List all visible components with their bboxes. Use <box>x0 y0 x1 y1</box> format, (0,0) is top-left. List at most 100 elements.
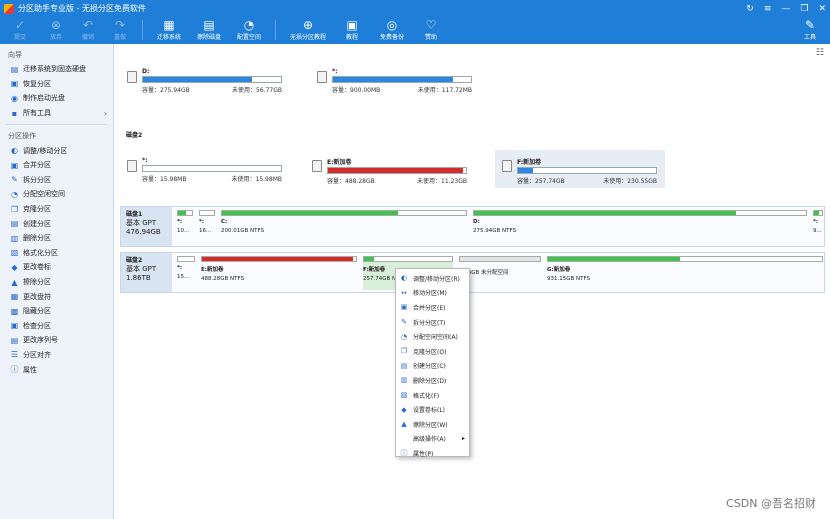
volume-usage-bar <box>142 76 282 83</box>
sidebar-item-properties[interactable]: ⓘ 属性 <box>0 362 113 377</box>
menu-item-create[interactable]: ▤ 创建分区(C) <box>396 359 469 374</box>
refresh-icon[interactable]: ↻ <box>746 4 754 14</box>
toolbar-separator <box>275 20 276 40</box>
volume-card-e[interactable]: E:新加卷 容量：488.28GB 未使用：11.23GB <box>305 150 475 188</box>
partition-block[interactable]: *: 15... <box>177 256 195 290</box>
sidebar-item-drive-letter[interactable]: ▦ 更改盘符 <box>0 289 113 304</box>
sidebar-section-partition-ops: 分区操作 <box>8 132 36 141</box>
toolbar-sponsor-button[interactable]: ♡ 赞助 <box>414 17 448 44</box>
menu-item-delete[interactable]: ▥ 删除分区(D) <box>396 373 469 388</box>
menu-item-clone[interactable]: ❐ 克隆分区(O) <box>396 344 469 359</box>
menu-item-set-label[interactable]: ◆ 设置卷标(L) <box>396 402 469 417</box>
toolbar-tutorial-button[interactable]: ⊕ 无损分区教程 <box>282 17 334 44</box>
menu-item-move[interactable]: ↔ 移动分区(M) <box>396 286 469 301</box>
sidebar-item-wipe[interactable]: ▲ 擦除分区 <box>0 275 113 290</box>
sidebar-item-create[interactable]: ▤ 创建分区 <box>0 216 113 231</box>
partition-block[interactable]: *: 10... <box>177 210 193 244</box>
sidebar-item-clone[interactable]: ❐ 克隆分区 <box>0 202 113 217</box>
recover-icon: ▣ <box>10 79 19 89</box>
toolbar-tools-button[interactable]: ✎ 工具 <box>798 17 822 44</box>
sidebar-item-all-tools[interactable]: ▪ 所有工具 › <box>0 106 113 121</box>
menu-item-allocate[interactable]: ◔ 分配空闲空间(A) <box>396 329 469 344</box>
disk-map-row-disk2: 磁盘2 基本 GPT 1.86TB *: 15... E:新加卷 488.28G… <box>120 252 825 293</box>
menu-item-advanced[interactable]: 高级操作(A) ▸ <box>396 432 469 447</box>
wipe-disk-icon: ▤ <box>203 18 215 32</box>
drive-letter-icon: ▦ <box>10 292 19 302</box>
drive-icon <box>502 160 512 172</box>
volume-card-msr[interactable]: *: 容量：15.98MB 未使用：15.98MB <box>120 150 290 188</box>
delete-icon: ▥ <box>10 233 19 243</box>
menu-item-merge[interactable]: ▣ 合并分区(E) <box>396 300 469 315</box>
sidebar-item-merge[interactable]: ▣ 合并分区 <box>0 158 113 173</box>
serial-icon: ▤ <box>10 335 19 345</box>
sidebar-item-boot-disc[interactable]: ◉ 制作启动光盘 <box>0 91 113 106</box>
toolbar-separator <box>142 20 143 40</box>
sidebar-item-migrate-os[interactable]: ▤ 迁移系统到固态硬盘 <box>0 62 113 77</box>
sidebar-item-change-label[interactable]: ◆ 更改卷标 <box>0 260 113 275</box>
backup-icon: ◎ <box>386 18 398 32</box>
toolbar-backup-button[interactable]: ◎ 免费备份 <box>370 17 414 44</box>
toolbar-migrate-os-button[interactable]: ▦ 迁移系统 <box>149 17 189 44</box>
toolbar-allocate-space-button[interactable]: ◔ 配置空间 <box>229 17 269 44</box>
toolbar-apply-button[interactable]: ✓ 提交 <box>0 17 40 44</box>
view-toggle-icon[interactable]: ☷ <box>816 48 824 58</box>
label-icon: ◆ <box>401 405 407 414</box>
sidebar-item-resize[interactable]: ◐ 调整/移动分区 <box>0 143 113 158</box>
book-icon: ▣ <box>346 18 358 32</box>
chevron-right-icon: › <box>103 108 107 118</box>
disk2-info[interactable]: 磁盘2 基本 GPT 1.86TB <box>121 253 172 292</box>
volume-name: *: <box>332 68 338 75</box>
toolbar-book-button[interactable]: ▣ 教程 <box>334 17 370 44</box>
volume-capacity: 容量：900.00MB <box>332 87 381 94</box>
volume-usage-bar <box>332 76 472 83</box>
title-bar: 分区助手专业版 - 无损分区免费软件 ↻ ≡ — ❐ ✕ <box>0 0 830 17</box>
sidebar-item-recover-partition[interactable]: ▣ 恢复分区 <box>0 77 113 92</box>
volume-card-f[interactable]: F:新加卷 容量：257.74GB 未使用：230.55GB <box>495 150 665 188</box>
sidebar-item-align[interactable]: ☰ 分区对齐 <box>0 348 113 363</box>
disk1-info[interactable]: 磁盘1 基本 GPT 476.94GB <box>121 207 172 246</box>
toolbar-wipe-disk-button[interactable]: ▤ 擦除磁盘 <box>189 17 229 44</box>
minimize-icon[interactable]: — <box>781 4 790 14</box>
toolbar: ✓ 提交 ⊗ 放弃 ↶ 撤销 ↷ 重做 ▦ 迁移系统 ▤ 擦除磁盘 ◔ 配置空间… <box>0 17 830 44</box>
allocate-space-icon: ◔ <box>243 18 255 32</box>
partition-block-g[interactable]: G:新加卷 931.15GB NTFS <box>547 256 823 290</box>
volume-usage-bar <box>517 167 657 174</box>
heart-icon: ♡ <box>425 18 437 32</box>
menu-icon[interactable]: ≡ <box>764 4 772 14</box>
partition-block-unallocated[interactable]: ...54GB 未分配空间 <box>459 256 541 290</box>
sidebar-item-check[interactable]: ▣ 检查分区 <box>0 319 113 334</box>
sidebar-item-allocate[interactable]: ◔ 分配空闲空间 <box>0 187 113 202</box>
toolbar-discard-button[interactable]: ⊗ 放弃 <box>40 17 72 44</box>
menu-item-resize[interactable]: ◐ 调整/移动分区(R) <box>396 271 469 286</box>
watermark: CSDN @吾名招财 <box>726 497 816 510</box>
volume-card-d[interactable]: D: 容量：275.94GB 未使用：56.77GB <box>120 61 290 99</box>
app-logo-icon <box>4 3 14 14</box>
disk2-heading: 磁盘2 <box>126 132 143 139</box>
undo-icon: ↶ <box>82 18 94 32</box>
close-icon[interactable]: ✕ <box>818 4 826 14</box>
sidebar-item-serial[interactable]: ▤ 更改序列号 <box>0 333 113 348</box>
partition-block-d[interactable]: D: 275.94GB NTFS <box>473 210 807 244</box>
maximize-icon[interactable]: ❐ <box>800 4 808 14</box>
tools-icon: ✎ <box>804 18 816 32</box>
toolbar-undo-button[interactable]: ↶ 撤销 <box>72 17 104 44</box>
volume-card-recovery[interactable]: *: 容量：900.00MB 未使用：117.72MB <box>310 61 480 99</box>
menu-item-properties[interactable]: ⓘ 属性(P) <box>396 446 469 461</box>
all-tools-icon: ▪ <box>11 108 18 118</box>
partition-block[interactable]: *: 16... <box>199 210 215 244</box>
toolbar-redo-button[interactable]: ↷ 重做 <box>104 17 136 44</box>
window-title: 分区助手专业版 - 无损分区免费软件 <box>18 4 146 13</box>
format-icon: ▧ <box>10 248 19 258</box>
sidebar-item-split[interactable]: ✎ 拆分分区 <box>0 173 113 188</box>
partition-block[interactable]: *: 9... <box>813 210 823 244</box>
menu-item-format[interactable]: ▧ 格式化(F) <box>396 388 469 403</box>
volume-name: *: <box>142 157 148 164</box>
partition-block-e[interactable]: E:新加卷 488.28GB NTFS <box>201 256 357 290</box>
sidebar-item-format[interactable]: ▧ 格式化分区 <box>0 246 113 261</box>
menu-item-split[interactable]: ✎ 拆分分区(T) <box>396 315 469 330</box>
partition-block-c[interactable]: C: 200.01GB NTFS <box>221 210 467 244</box>
menu-item-wipe[interactable]: ▲ 擦除分区(W) <box>396 417 469 432</box>
sidebar-item-hide[interactable]: ▩ 隐藏分区 <box>0 304 113 319</box>
label-icon: ◆ <box>11 262 18 272</box>
sidebar-item-delete[interactable]: ▥ 删除分区 <box>0 231 113 246</box>
